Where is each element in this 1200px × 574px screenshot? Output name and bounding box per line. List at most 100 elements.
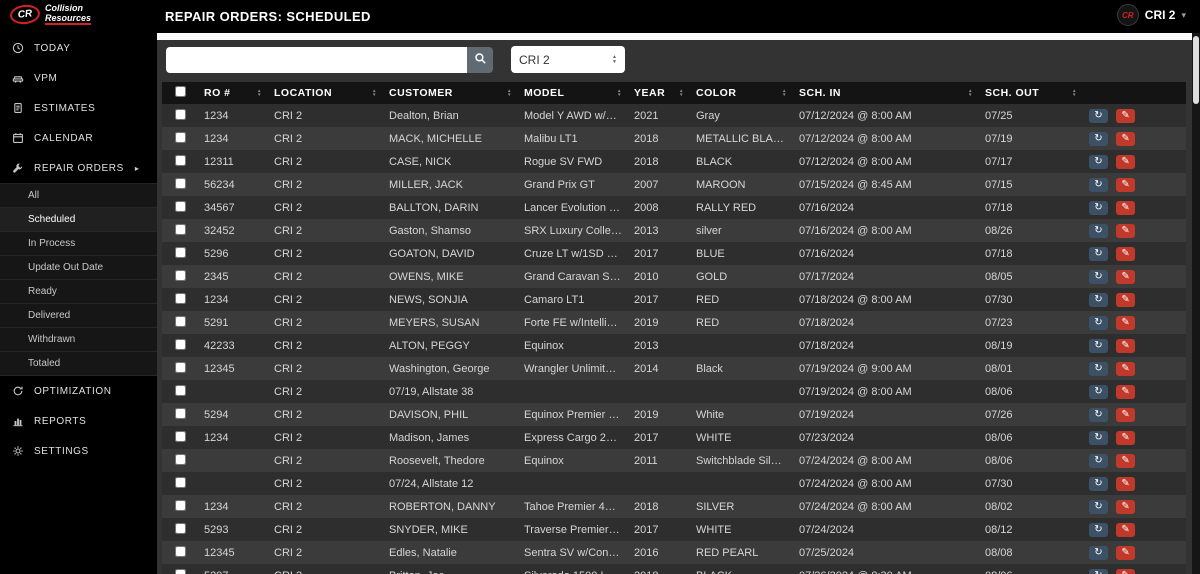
table-row[interactable]: 1234 CRI 2 MACK, MICHELLE Malibu LT1 201… (162, 127, 1186, 150)
table-row[interactable]: 12345 CRI 2 Washington, George Wrangler … (162, 357, 1186, 380)
edit-button[interactable]: ✎ (1116, 292, 1136, 307)
sort-icon[interactable]: ▲ ▼ (507, 88, 512, 98)
row-checkbox[interactable] (174, 522, 186, 534)
col-header-ro[interactable]: RO # ▲ ▼ (198, 82, 268, 104)
edit-button[interactable]: ✎ (1116, 269, 1136, 284)
table-row[interactable]: 12345 CRI 2 Edles, Natalie Sentra SV w/C… (162, 541, 1186, 564)
sidebar-item-calendar[interactable]: CALENDAR (0, 123, 157, 153)
col-header-location[interactable]: LOCATION ▲ ▼ (268, 82, 383, 104)
row-checkbox[interactable] (174, 246, 186, 258)
row-checkbox[interactable] (174, 361, 186, 373)
sync-button[interactable]: ↻ (1089, 384, 1108, 399)
sidebar-subitem-delivered[interactable]: Delivered (0, 304, 157, 328)
sidebar-item-repair-orders[interactable]: REPAIR ORDERS ▸ (0, 153, 157, 183)
sync-button[interactable]: ↻ (1089, 223, 1108, 238)
edit-button[interactable]: ✎ (1116, 384, 1136, 399)
row-checkbox[interactable] (174, 108, 186, 120)
table-row[interactable]: 34567 CRI 2 BALLTON, DARIN Lancer Evolut… (162, 196, 1186, 219)
table-row[interactable]: 5297 CRI 2 Britton, Joe Silverado 1500 L… (162, 564, 1186, 574)
edit-button[interactable]: ✎ (1116, 177, 1136, 192)
col-header-model[interactable]: MODEL ▲ ▼ (518, 82, 628, 104)
row-checkbox[interactable] (174, 177, 186, 189)
edit-button[interactable]: ✎ (1116, 315, 1136, 330)
select-all-checkbox[interactable] (174, 86, 186, 97)
sync-button[interactable]: ↻ (1089, 430, 1108, 445)
col-header-sch-in[interactable]: SCH. IN ▲ ▼ (793, 82, 979, 104)
sidebar-item-today[interactable]: TODAY (0, 33, 157, 63)
sidebar-item-optimization[interactable]: OPTIMIZATION (0, 376, 157, 406)
table-row[interactable]: 1234 CRI 2 Madison, James Express Cargo … (162, 426, 1186, 449)
edit-button[interactable]: ✎ (1116, 246, 1136, 261)
row-checkbox[interactable] (174, 338, 186, 350)
edit-button[interactable]: ✎ (1116, 200, 1136, 215)
col-header-color[interactable]: COLOR ▲ ▼ (690, 82, 793, 104)
edit-button[interactable]: ✎ (1116, 407, 1136, 422)
sync-button[interactable]: ↻ (1089, 361, 1108, 376)
sync-button[interactable]: ↻ (1089, 545, 1108, 560)
sync-button[interactable]: ↻ (1089, 246, 1108, 261)
sidebar-subitem-ready[interactable]: Ready (0, 280, 157, 304)
edit-button[interactable]: ✎ (1116, 430, 1136, 445)
edit-button[interactable]: ✎ (1116, 361, 1136, 376)
sort-icon[interactable]: ▲ ▼ (257, 88, 262, 98)
table-row[interactable]: 42233 CRI 2 ALTON, PEGGY Equinox 2013 07… (162, 334, 1186, 357)
sidebar-subitem-withdrawn[interactable]: Withdrawn (0, 328, 157, 352)
sidebar-item-vpm[interactable]: VPM (0, 63, 157, 93)
sync-button[interactable]: ↻ (1089, 453, 1108, 468)
sort-icon[interactable]: ▲ ▼ (968, 88, 973, 98)
sync-button[interactable]: ↻ (1089, 522, 1108, 537)
edit-button[interactable]: ✎ (1116, 108, 1136, 123)
sync-button[interactable]: ↻ (1089, 131, 1108, 146)
sync-button[interactable]: ↻ (1089, 338, 1108, 353)
sync-button[interactable]: ↻ (1089, 476, 1108, 491)
sync-button[interactable]: ↻ (1089, 568, 1108, 574)
scrollbar[interactable] (1192, 33, 1200, 574)
sort-icon[interactable]: ▲ ▼ (617, 88, 622, 98)
table-row[interactable]: 1234 CRI 2 Dealton, Brian Model Y AWD w/… (162, 104, 1186, 127)
sidebar-subitem-all[interactable]: All (0, 184, 157, 208)
sync-button[interactable]: ↻ (1089, 200, 1108, 215)
sync-button[interactable]: ↻ (1089, 407, 1108, 422)
edit-button[interactable]: ✎ (1116, 453, 1136, 468)
sync-button[interactable]: ↻ (1089, 499, 1108, 514)
edit-button[interactable]: ✎ (1116, 568, 1136, 574)
edit-button[interactable]: ✎ (1116, 522, 1136, 537)
sidebar-subitem-totaled[interactable]: Totaled (0, 352, 157, 376)
table-row[interactable]: CRI 2 07/19, Allstate 38 07/19/2024 @ 8:… (162, 380, 1186, 403)
col-header-year[interactable]: YEAR ▲ ▼ (628, 82, 690, 104)
location-select[interactable]: CRI 2 ▲ ▼ (511, 46, 625, 73)
table-row[interactable]: 5293 CRI 2 SNYDER, MIKE Traverse Premier… (162, 518, 1186, 541)
row-checkbox[interactable] (174, 453, 186, 465)
sync-button[interactable]: ↻ (1089, 154, 1108, 169)
row-checkbox[interactable] (174, 476, 186, 488)
sort-icon[interactable]: ▲ ▼ (782, 88, 787, 98)
edit-button[interactable]: ✎ (1116, 131, 1136, 146)
edit-button[interactable]: ✎ (1116, 499, 1136, 514)
sidebar-item-settings[interactable]: SETTINGS (0, 436, 157, 466)
table-row[interactable]: 2345 CRI 2 OWENS, MIKE Grand Caravan SXT… (162, 265, 1186, 288)
edit-button[interactable]: ✎ (1116, 223, 1136, 238)
table-row[interactable]: 56234 CRI 2 MILLER, JACK Grand Prix GT 2… (162, 173, 1186, 196)
row-checkbox[interactable] (174, 154, 186, 166)
row-checkbox[interactable] (174, 269, 186, 281)
sidebar-item-reports[interactable]: REPORTS (0, 406, 157, 436)
sync-button[interactable]: ↻ (1089, 315, 1108, 330)
edit-button[interactable]: ✎ (1116, 154, 1136, 169)
row-checkbox[interactable] (174, 568, 186, 574)
row-checkbox[interactable] (174, 499, 186, 511)
table-row[interactable]: 1234 CRI 2 NEWS, SONJIA Camaro LT1 2017 … (162, 288, 1186, 311)
row-checkbox[interactable] (174, 407, 186, 419)
table-row[interactable]: 1234 CRI 2 ROBERTON, DANNY Tahoe Premier… (162, 495, 1186, 518)
search-button[interactable] (467, 46, 493, 73)
row-checkbox[interactable] (174, 430, 186, 442)
scrollbar-thumb[interactable] (1193, 36, 1199, 104)
row-checkbox[interactable] (174, 200, 186, 212)
app-logo[interactable]: CR Collision Resources (9, 2, 92, 26)
sort-icon[interactable]: ▲ ▼ (679, 88, 684, 98)
table-row[interactable]: 5294 CRI 2 DAVISON, PHIL Equinox Premier… (162, 403, 1186, 426)
table-row[interactable]: 5296 CRI 2 GOATON, DAVID Cruze LT w/1SD … (162, 242, 1186, 265)
sort-icon[interactable]: ▲ ▼ (1072, 88, 1077, 98)
sync-button[interactable]: ↻ (1089, 177, 1108, 192)
table-row[interactable]: 32452 CRI 2 Gaston, Shamso SRX Luxury Co… (162, 219, 1186, 242)
sidebar-subitem-in-process[interactable]: In Process (0, 232, 157, 256)
